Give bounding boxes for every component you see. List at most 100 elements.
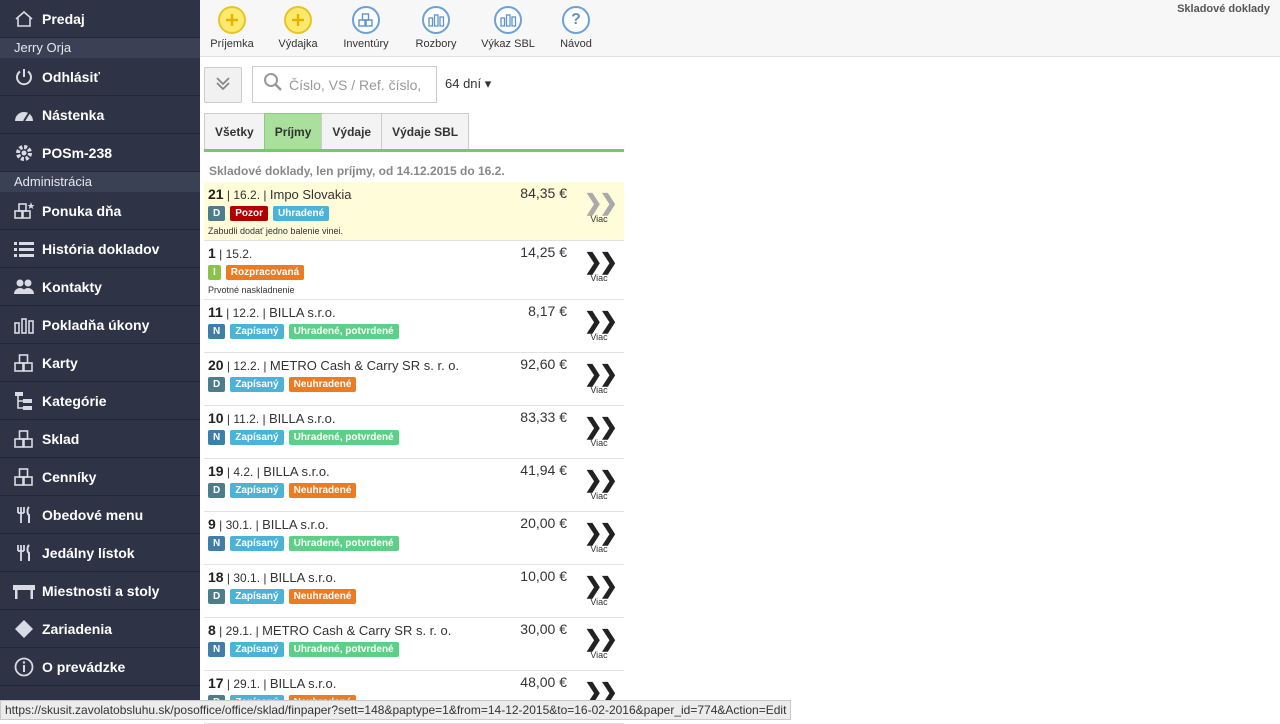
table-row[interactable]: 1 | 15.2. 14,25 € I Rozpracovaná Prvotné nas… — [204, 241, 624, 300]
separator: | — [223, 188, 234, 202]
status-badge: Neuhradené — [288, 589, 357, 604]
sidebar-item-miestnosti-a-stoly[interactable]: Miestnosti a stoly — [0, 572, 200, 610]
sidebar-item-label: Nástenka — [42, 106, 105, 123]
sidebar-item-jed-lny-l-stok[interactable]: Jedálny lístok — [0, 534, 200, 572]
sidebar-item-obedov-menu[interactable]: Obedové menu — [0, 496, 200, 534]
more-button[interactable]: ❯❯Viac — [584, 416, 618, 449]
sidebar-item-posm-238[interactable]: POSm-238 — [0, 134, 200, 172]
sidebar-item-o-prev-dzke[interactable]: O prevádzke — [0, 648, 200, 686]
days-select[interactable]: 64 dní ▾ — [445, 76, 491, 92]
more-button[interactable]: ❯❯Viac — [584, 522, 618, 555]
collapse-toggle-button[interactable] — [204, 67, 242, 103]
toolbar-button-v-dajka[interactable]: Výdajka — [266, 6, 330, 50]
power-icon — [12, 67, 36, 87]
doc-number: 17 — [208, 675, 224, 691]
dashboard-icon — [12, 105, 36, 125]
table-row[interactable]: 20 | 12.2. | METRO Cash & Carry SR s. r.… — [204, 353, 624, 406]
more-button[interactable]: ❯❯Viac — [584, 363, 618, 396]
doc-number: 21 — [208, 186, 224, 202]
doc-number: 19 — [208, 463, 224, 479]
toolbar-button-invent-ry[interactable]: Inventúry — [334, 6, 398, 50]
toolbar-button-n-vod[interactable]: ? Návod — [544, 6, 608, 50]
doc-amount: 41,94 € — [520, 462, 567, 478]
toolbar-button-pr-jemka[interactable]: Príjemka — [200, 6, 264, 50]
more-label: Viac — [590, 597, 608, 607]
badge-group: D Zapísaný Neuhradené — [208, 377, 357, 392]
sidebar-item-kontakty[interactable]: Kontakty — [0, 268, 200, 306]
sidebar-item-label: Kategórie — [42, 392, 107, 409]
boxes-star-icon — [12, 201, 36, 221]
more-button[interactable]: ❯❯Viac — [584, 628, 618, 661]
partner-name: BILLA s.r.o. — [269, 570, 337, 585]
partner-name: BILLA s.r.o. — [268, 411, 336, 426]
boxes-icon — [12, 353, 36, 373]
sidebar-item-odhl-si-[interactable]: Odhlásiť — [0, 58, 200, 96]
tabs: Všetky Príjmy Výdaje Výdaje SBL — [204, 113, 624, 152]
toolbar-button-label: Rozbory — [415, 38, 457, 50]
separator: | — [215, 624, 226, 638]
row-header: 10 | 11.2. | BILLA s.r.o. — [208, 410, 335, 426]
doc-amount: 48,00 € — [520, 674, 567, 690]
doc-note: Prvotné naskladnenie — [208, 285, 295, 295]
tab-prijmy[interactable]: Príjmy — [263, 113, 323, 149]
table-row[interactable]: 21 | 16.2. | Impo Slovakia 84,35 € D Pozor U… — [204, 182, 624, 241]
home-icon — [12, 9, 36, 29]
sidebar-item-predaj[interactable]: Predaj — [0, 0, 200, 38]
search-icon — [263, 72, 283, 97]
sidebar-item-kateg-rie[interactable]: Kategórie — [0, 382, 200, 420]
status-badge: Pozor — [230, 206, 269, 221]
sidebar-item-label: Sklad — [42, 430, 80, 447]
doc-date: 12.2. — [233, 359, 261, 373]
type-badge: D — [208, 483, 226, 498]
doc-date: 15.2. — [225, 247, 253, 261]
tab-vydaje-sbl[interactable]: Výdaje SBL — [381, 113, 470, 149]
sidebar-item-poklad-a-kony[interactable]: Pokladňa úkony — [0, 306, 200, 344]
more-button[interactable]: ❯❯Viac — [584, 190, 618, 225]
doc-number: 10 — [208, 410, 224, 426]
row-header: 11 | 12.2. | BILLA s.r.o. — [208, 304, 336, 320]
status-badge: Zapísaný — [230, 642, 284, 657]
tab-vsetky[interactable]: Všetky — [204, 113, 265, 149]
badge-group: N Zapísaný Uhradené, potvrdené — [208, 324, 399, 339]
table-row[interactable]: 8 | 29.1. | METRO Cash & Carry SR s. r. … — [204, 618, 624, 671]
double-chevron-right-icon: ❯❯ — [584, 190, 618, 215]
plus-icon — [284, 6, 312, 34]
tab-vydaje[interactable]: Výdaje — [321, 113, 383, 149]
sidebar-item-cenn-ky[interactable]: Cenníky — [0, 458, 200, 496]
table-row[interactable]: 11 | 12.2. | BILLA s.r.o. 8,17 € N Zapísaný… — [204, 300, 624, 353]
sidebar-item-ponuka-d-a[interactable]: Ponuka dňa — [0, 192, 200, 230]
separator: | — [260, 359, 270, 373]
separator: | — [222, 306, 233, 320]
badge-group: D Pozor Uhradené — [208, 206, 330, 221]
sidebar-item-karty[interactable]: Karty — [0, 344, 200, 382]
more-button[interactable]: ❯❯Viac — [584, 467, 618, 502]
badge-group: D Zapísaný Neuhradené — [208, 589, 357, 604]
table-row[interactable]: 10 | 11.2. | BILLA s.r.o. 83,33 € N Zapísan… — [204, 406, 624, 459]
bar-chart-icon — [422, 6, 450, 34]
table-icon — [12, 581, 36, 601]
table-row[interactable]: 19 | 4.2. | BILLA s.r.o. 41,94 € D Zapísaný… — [204, 459, 624, 512]
sidebar-item-label: POSm-238 — [42, 144, 113, 161]
toolbar-button-v-kaz-sbl[interactable]: Výkaz SBL — [476, 6, 540, 50]
toolbar-button-label: Príjemka — [210, 38, 254, 50]
table-row[interactable]: 18 | 30.1. | BILLA s.r.o. 10,00 € D Zapísan… — [204, 565, 624, 618]
separator: | — [223, 412, 234, 426]
more-button[interactable]: ❯❯Viac — [584, 575, 618, 608]
double-chevron-right-icon: ❯❯ — [584, 467, 618, 492]
more-label: Viac — [590, 273, 608, 283]
sidebar-item-n-stenka[interactable]: Nástenka — [0, 96, 200, 134]
more-button[interactable]: ❯❯Viac — [584, 251, 618, 284]
more-button[interactable]: ❯❯Viac — [584, 310, 618, 343]
search-input[interactable] — [289, 76, 429, 93]
more-label: Viac — [590, 214, 608, 224]
type-badge: N — [208, 324, 226, 339]
table-row[interactable]: 9 | 30.1. | BILLA s.r.o. 20,00 € N Zapísaný… — [204, 512, 624, 565]
doc-amount: 92,60 € — [520, 356, 567, 372]
sidebar-item-zariadenia[interactable]: Zariadenia — [0, 610, 200, 648]
sidebar-item-label: Kontakty — [42, 278, 102, 295]
sidebar-item-hist-ria-dokladov[interactable]: História dokladov — [0, 230, 200, 268]
toolbar-button-rozbory[interactable]: Rozbory — [404, 6, 468, 50]
status-badge: Uhradené — [273, 206, 330, 221]
sidebar-item-sklad[interactable]: Sklad — [0, 420, 200, 458]
partner-name: METRO Cash & Carry SR s. r. o. — [269, 358, 460, 373]
